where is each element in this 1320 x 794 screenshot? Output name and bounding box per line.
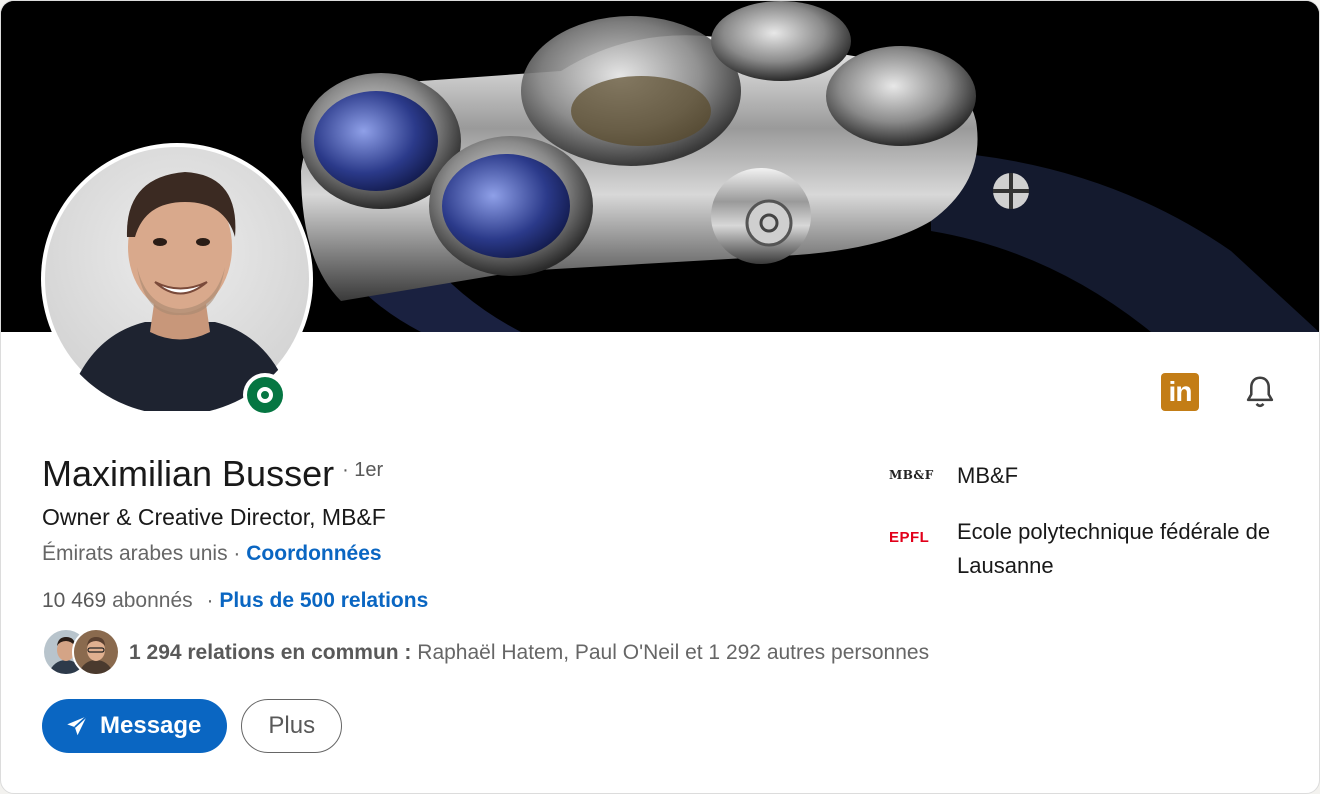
separator: · (206, 589, 214, 612)
mutual-connections[interactable]: 1 294 relations en commun : Raphaël Hate… (42, 628, 929, 678)
followers-count: 10 469 (42, 589, 107, 612)
name-row: Maximilian Busser · 1er (42, 453, 383, 495)
mutual-avatars (42, 628, 120, 678)
profile-photo-illustration (45, 147, 309, 411)
mutual-avatar (72, 628, 120, 676)
top-actions: in (1161, 373, 1279, 411)
org-name: MB&F (957, 463, 1019, 488)
location-text: Émirats arabes unis · (42, 542, 241, 565)
more-button[interactable]: Plus (241, 699, 343, 753)
profile-actions: Message Plus (42, 699, 343, 753)
mbf-logo: MB&F (889, 459, 945, 491)
bell-icon[interactable] (1241, 373, 1279, 411)
connection-degree: · 1er (342, 459, 384, 481)
send-icon (67, 715, 88, 736)
followers-label: abonnés (112, 589, 193, 612)
org-item-epfl[interactable]: EPFL Ecole polytechnique fédérale de Lau… (889, 515, 1287, 583)
message-button[interactable]: Message (42, 699, 228, 753)
linkedin-badge-text: in (1168, 376, 1193, 407)
followers-row: 10 469 abonnés · Plus de 500 relations (42, 589, 428, 613)
organizations: MB&F MB&F EPFL Ecole polytechnique fédér… (889, 459, 1287, 605)
location-row: Émirats arabes unis · Coordonnées (42, 542, 382, 566)
message-button-label: Message (100, 712, 202, 739)
profile-name: Maximilian Busser (42, 453, 335, 494)
mbf-logo-text: MB&F (889, 468, 934, 482)
contact-info-link[interactable]: Coordonnées (246, 542, 381, 565)
online-status-icon (243, 373, 287, 417)
org-item-mbf[interactable]: MB&F MB&F (889, 459, 1287, 493)
profile-headline: Owner & Creative Director, MB&F (42, 504, 386, 530)
org-name: Ecole polytechnique fédérale de Lausanne (957, 519, 1271, 578)
mutual-count: 1 294 relations en commun : (129, 641, 412, 664)
epfl-logo-text: EPFL (889, 528, 930, 546)
profile-card: in Maximilian Busser · 1er Owner & Creat… (0, 0, 1320, 794)
mutual-connections-text: 1 294 relations en commun : Raphaël Hate… (129, 641, 929, 665)
connections-link[interactable]: Plus de 500 relations (219, 589, 428, 612)
mutual-names: Raphaël Hatem, Paul O'Neil et 1 292 autr… (417, 641, 930, 664)
linkedin-premium-icon[interactable]: in (1161, 373, 1199, 411)
epfl-logo: EPFL (889, 521, 945, 553)
mutual-avatar-photo (74, 630, 118, 674)
